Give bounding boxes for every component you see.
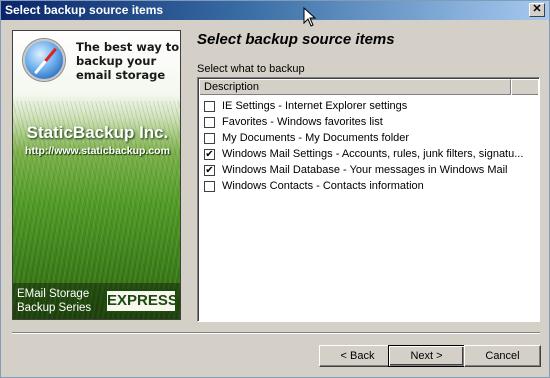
item-checkbox[interactable] [204, 117, 215, 128]
item-checkbox[interactable] [204, 133, 215, 144]
list-item[interactable]: ✔ Windows Mail Settings - Accounts, rules… [204, 146, 534, 162]
list-item[interactable]: ✔ Windows Mail Database - Your messages i… [204, 162, 534, 178]
back-button[interactable]: < Back [319, 345, 396, 367]
list-item[interactable]: Windows Contacts - Contacts information [204, 178, 534, 194]
mouse-cursor-icon [303, 7, 317, 27]
item-label: IE Settings - Internet Explorer settings [222, 100, 408, 112]
list-header: Description [199, 79, 538, 95]
title-bar: Select backup source items ✕ [1, 1, 549, 20]
list-item[interactable]: Favorites - Windows favorites list [204, 114, 534, 130]
product-series-strip: EMail Storage Backup Series EXPRESS [13, 283, 180, 319]
next-button[interactable]: Next > [388, 345, 465, 367]
backup-wizard-window: Select backup source items ✕ The best wa… [0, 0, 550, 378]
item-checkbox[interactable] [204, 181, 215, 192]
backup-items-list[interactable]: Description IE Settings - Internet Explo… [197, 77, 540, 322]
side-banner: The best way to backup your email storag… [12, 30, 181, 320]
banner-tagline: The best way to backup your email storag… [76, 40, 180, 82]
list-rows: IE Settings - Internet Explorer settings… [204, 98, 534, 194]
cancel-button[interactable]: Cancel [464, 345, 541, 367]
item-label: Windows Mail Database - Your messages in… [222, 164, 508, 176]
select-prompt: Select what to backup [197, 63, 305, 75]
brand-url: http://www.staticbackup.com [25, 145, 170, 157]
item-label: My Documents - My Documents folder [222, 132, 410, 144]
list-item[interactable]: My Documents - My Documents folder [204, 130, 534, 146]
series-text: EMail Storage Backup Series [17, 287, 91, 315]
compass-icon [23, 39, 65, 81]
series-line-1: EMail Storage [17, 288, 90, 300]
list-item[interactable]: IE Settings - Internet Explorer settings [204, 98, 534, 114]
item-checkbox[interactable]: ✔ [204, 149, 215, 160]
page-heading: Select backup source items [197, 31, 395, 48]
express-badge: EXPRESS [105, 289, 178, 313]
series-line-2: Backup Series [17, 302, 92, 314]
column-header-description[interactable]: Description [199, 79, 511, 95]
item-checkbox[interactable]: ✔ [204, 165, 215, 176]
footer-divider [12, 332, 540, 334]
close-button[interactable]: ✕ [529, 3, 545, 17]
item-label: Windows Contacts - Contacts information [222, 180, 424, 192]
item-checkbox[interactable] [204, 101, 215, 112]
window-title: Select backup source items [5, 3, 164, 17]
brand-name: StaticBackup Inc. [26, 123, 169, 142]
item-label: Windows Mail Settings - Accounts, rules,… [222, 148, 524, 160]
item-label: Favorites - Windows favorites list [222, 116, 383, 128]
column-header-filler [511, 79, 538, 95]
